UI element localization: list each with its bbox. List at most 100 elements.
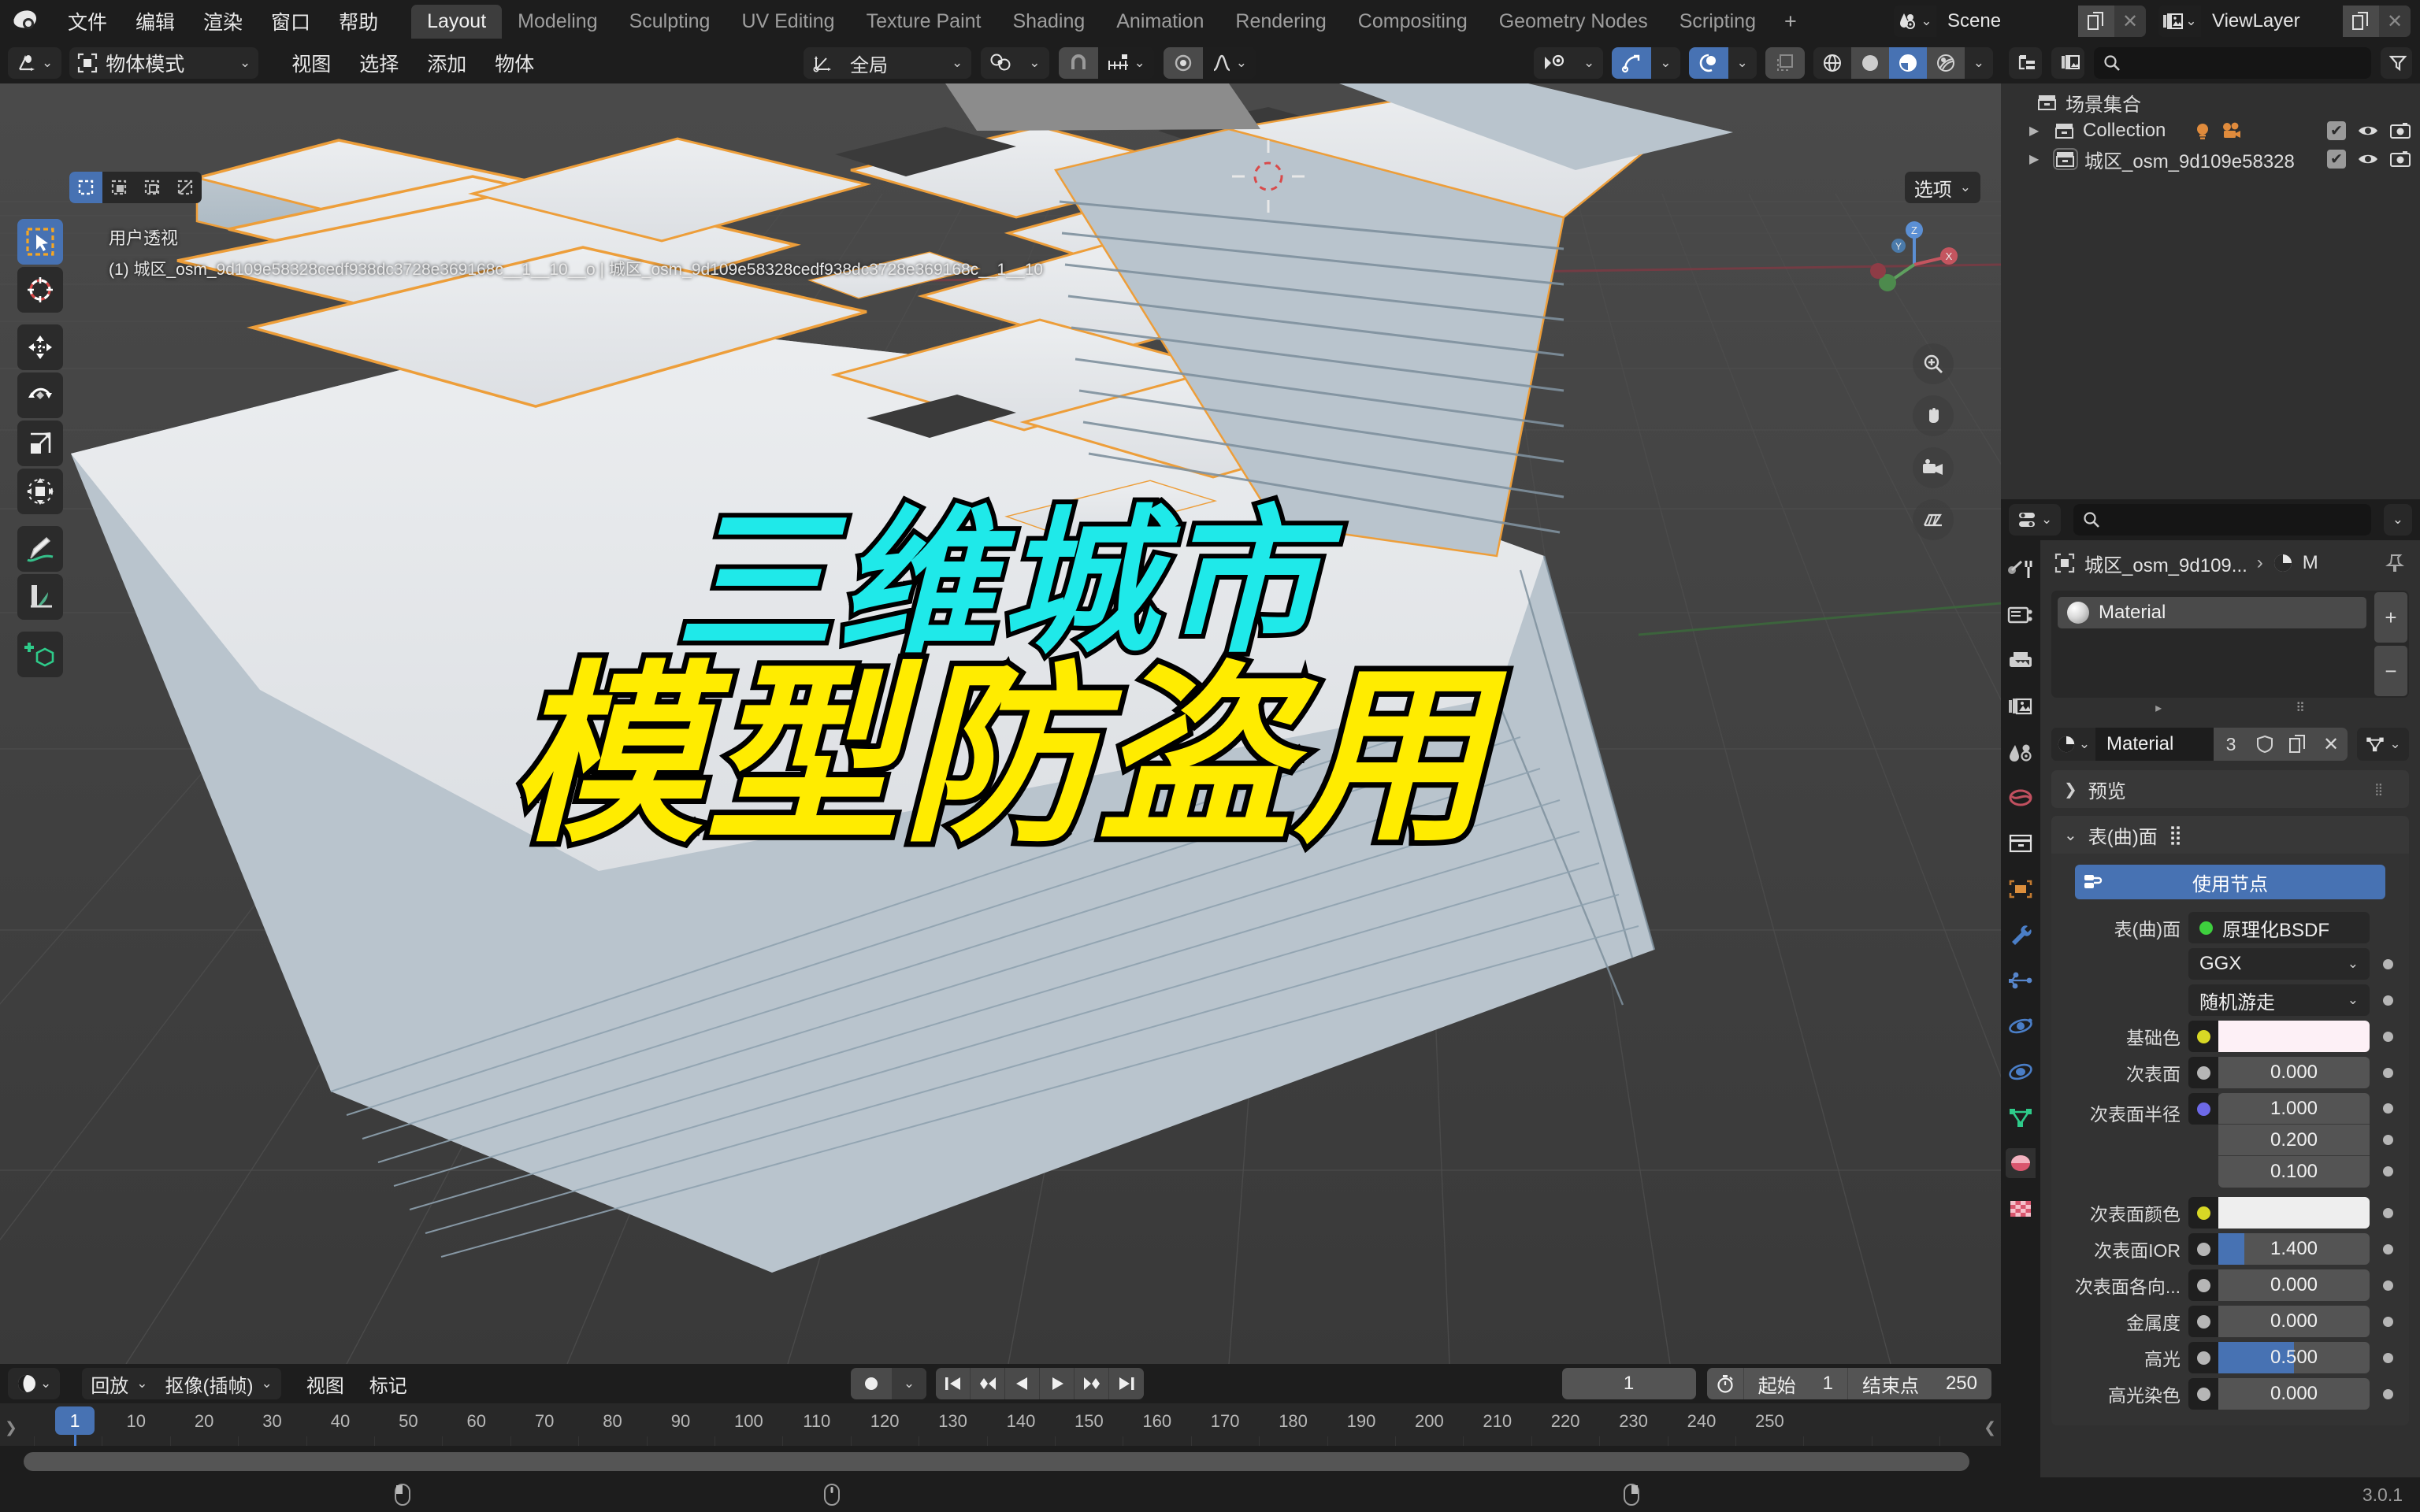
outliner-filter-scene[interactable]: ⌄ [2051,47,2085,79]
rotate-tool[interactable] [17,372,63,418]
menu-object[interactable]: 物体 [482,46,547,80]
orientation-icon[interactable] [804,47,841,79]
blender-logo-icon[interactable] [11,6,43,37]
editor-type-selector[interactable]: ⌄ [8,47,62,79]
navigation-gizmo[interactable]: Z X Y [1867,217,1962,312]
jump-to-end-icon[interactable] [1109,1368,1144,1399]
subsurface-radius-vector[interactable]: 1.000 0.200 0.100 [2218,1093,2370,1188]
chevron-down-icon[interactable]: ⌄ [1964,47,1993,79]
outliner-editor[interactable]: ⌄ ⌄ [2001,43,2420,499]
outliner-row-city-collection[interactable]: ▶ 城区_osm_9d109e58328 ✔ [2001,145,2420,173]
menu-add[interactable]: 添加 [414,46,479,80]
keying-menu[interactable]: 抠像(插帧) ⌄ [156,1368,281,1399]
outliner-search[interactable] [2094,47,2372,79]
animate-property-dot[interactable] [2382,958,2393,969]
properties-tab-object[interactable] [2006,874,2036,904]
editor-type-3dview-icon[interactable]: ⌄ [8,47,62,79]
expand-triangle-icon[interactable]: ▶ [2029,123,2047,139]
properties-options-button[interactable]: ⌄ [2383,504,2412,536]
scale-tool[interactable] [17,421,63,466]
subsurface-anisotropy-slider[interactable]: 0.000 [2218,1269,2370,1301]
chevron-down-icon[interactable]: ⌄ [1575,47,1604,79]
eye-icon[interactable] [2357,123,2379,139]
outliner-filter-button[interactable]: ⌄ [2381,47,2413,79]
add-material-slot-button[interactable]: + [2374,592,2407,643]
animate-property-dot[interactable] [2382,1067,2393,1078]
transform-tool[interactable] [17,469,63,514]
camera-icon[interactable] [2221,120,2243,141]
properties-tab-scene[interactable] [2006,737,2036,767]
eye-icon[interactable] [2357,151,2379,167]
animate-property-dot[interactable] [2382,1280,2393,1291]
use-nodes-button[interactable]: 使用节点 [2075,865,2385,899]
material-users-count[interactable]: 3 [2214,728,2248,761]
unlink-material-icon[interactable]: ✕ [2314,728,2348,761]
tab-uv-editing[interactable]: UV Editing [726,5,850,39]
xray-toggle-icon[interactable] [1765,47,1805,79]
animate-property-dot[interactable] [2382,1388,2393,1399]
subtract-select-icon[interactable] [135,172,169,203]
subsurface-slider[interactable]: 0.000 [2218,1057,2370,1088]
panel-preview[interactable]: ❯ 预览 ⣿ [2051,770,2409,808]
breadcrumb-object-name[interactable]: 城区_osm_9d109... [2084,550,2247,577]
subsurface-ior-slider[interactable]: 1.400 [2218,1233,2370,1265]
transform-orientation-selector[interactable]: 全局 ⌄ [804,47,972,79]
properties-tab-output[interactable] [2006,646,2036,676]
animate-property-dot[interactable] [2382,1207,2393,1218]
light-icon[interactable] [2192,120,2213,141]
auto-keying-record-icon[interactable] [851,1368,892,1399]
viewlayer-icon[interactable]: ⌄ [2158,6,2201,37]
base-color-swatch[interactable] [2218,1021,2370,1052]
animate-property-dot[interactable] [2382,1103,2393,1114]
outliner-row-scene-collection[interactable]: 场景集合 [2001,88,2420,117]
menu-select[interactable]: 选择 [347,46,411,80]
tab-compositing[interactable]: Compositing [1342,5,1483,39]
animate-property-dot[interactable] [2382,1316,2393,1327]
tab-scripting[interactable]: Scripting [1664,5,1772,39]
camera-render-icon[interactable] [2390,122,2411,139]
input-socket-dot[interactable] [2196,1102,2210,1116]
object-icon[interactable] [2054,553,2075,573]
material-name[interactable]: Material [2095,728,2214,761]
input-socket-dot[interactable] [2196,1065,2210,1080]
viewport-3d[interactable]: 选项 ⌄ 用户透视 (1) 城区_osm_9d109e58328cedf938d… [0,83,2001,1364]
gizmo-icon[interactable] [1612,47,1652,79]
metallic-slider[interactable]: 0.000 [2218,1306,2370,1337]
chevron-down-icon[interactable]: ⌄ [892,1368,926,1399]
shading-modes[interactable]: ⌄ [1813,47,1993,79]
cursor-tool[interactable] [17,267,63,313]
object-types-visibility[interactable]: ⌄ [1534,47,1604,79]
properties-tab-particles[interactable] [2006,965,2036,995]
zoom-icon[interactable] [1913,343,1954,384]
animate-property-dot[interactable] [2382,1031,2393,1042]
jump-next-keyframe-icon[interactable] [1075,1368,1109,1399]
tab-shading[interactable]: Shading [997,5,1101,39]
input-socket-dot[interactable] [2196,1206,2210,1220]
grip-dots-icon[interactable]: ⣿ [2374,784,2396,795]
tab-texture-paint[interactable]: Texture Paint [851,5,997,39]
set-select-icon[interactable] [69,172,102,203]
input-socket-dot[interactable] [2196,1314,2210,1329]
jump-to-start-icon[interactable] [936,1368,971,1399]
overlays-icon[interactable] [1688,47,1728,79]
play-reverse-icon[interactable] [1005,1368,1040,1399]
specular-tint-slider[interactable]: 0.000 [2218,1378,2370,1410]
pan-hand-icon[interactable] [1913,395,1954,436]
fake-user-shield-icon[interactable] [2248,728,2281,761]
mesh-data-icon[interactable]: ⌄ [2357,728,2409,761]
auto-keying-group[interactable]: ⌄ [851,1368,926,1399]
menu-view[interactable]: 视图 [279,46,343,80]
timeline-playhead[interactable]: 1 [55,1406,95,1435]
scene-name[interactable]: Scene [1936,6,2078,37]
material-slot-list[interactable]: Material + − [2051,591,2409,698]
properties-editor-type[interactable]: ⌄ [2009,504,2062,536]
toggle-ortho-icon[interactable] [1913,499,1954,540]
subsurface-radius-y[interactable]: 0.200 [2218,1125,2370,1156]
breadcrumb-material-short[interactable]: M [2303,552,2318,574]
properties-tab-collection[interactable] [2006,828,2036,858]
scene-data-icon[interactable]: ⌄ [2051,47,2085,79]
expand-triangle-icon[interactable]: ▶ [2029,151,2047,167]
pivot-point-icon[interactable] [981,47,1021,79]
tab-layout[interactable]: Layout [411,4,503,39]
proportional-edit-icon[interactable] [1163,47,1203,79]
